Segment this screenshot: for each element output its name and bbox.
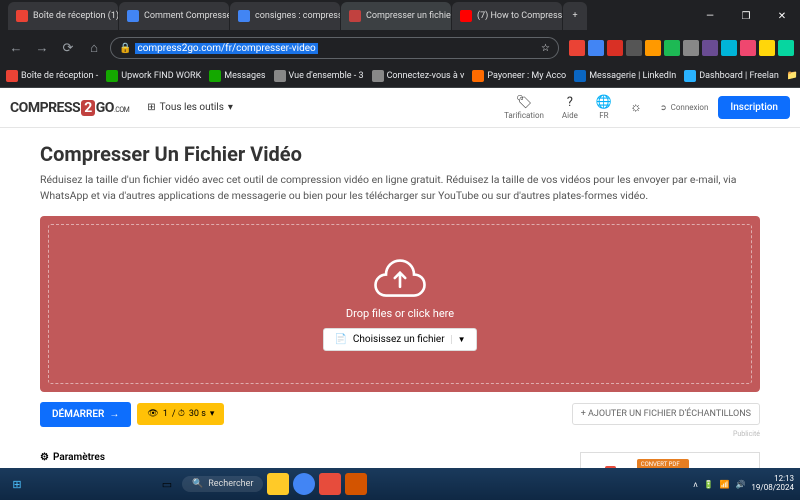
browser-tab[interactable]: consignes : compresser vidéo×	[230, 2, 340, 30]
start-button[interactable]: ⊞	[6, 473, 28, 495]
bookmarks-bar: Boîte de réception - Upwork FIND WORK Me…	[0, 64, 800, 88]
gear-icon: ⚙	[40, 452, 49, 463]
new-tab-button[interactable]: +	[563, 2, 587, 30]
ext-icon[interactable]	[683, 40, 699, 56]
file-explorer-icon[interactable]	[267, 473, 289, 495]
close-button[interactable]: ✕	[764, 0, 800, 32]
ext-icon[interactable]	[778, 40, 794, 56]
ext-icon[interactable]	[626, 40, 642, 56]
bookmark[interactable]: Upwork FIND WORK	[106, 70, 201, 82]
site-header: COMPRESS2GO.COM ⊞ Tous les outils ▾ 🏷Tar…	[0, 88, 800, 128]
url-input[interactable]: 🔒 compress2go.com/fr/compresser-video☆	[110, 37, 559, 59]
theme-toggle[interactable]: ☼	[622, 99, 650, 116]
sun-icon: ☼	[630, 99, 642, 115]
browser-tab-active[interactable]: Compresser un fichier vidéo×	[341, 2, 451, 30]
wifi-icon[interactable]: 📶	[719, 480, 729, 489]
dropzone[interactable]: Drop files or click here 📄 Choisissez un…	[40, 216, 760, 392]
app-icon[interactable]	[345, 473, 367, 495]
tag-icon: 🏷	[516, 95, 533, 110]
logo[interactable]: COMPRESS2GO.COM	[10, 100, 129, 116]
ext-icon[interactable]	[721, 40, 737, 56]
ext-icon[interactable]	[702, 40, 718, 56]
reload-button[interactable]: ⟳	[58, 41, 78, 56]
browser-tab[interactable]: Boîte de réception (1) - miche×	[8, 2, 118, 30]
bookmark[interactable]: Boîte de réception -	[6, 70, 98, 82]
clock[interactable]: 12:1319/08/2024	[751, 475, 794, 493]
choose-file-button[interactable]: 📄 Choisissez un fichier▼	[323, 328, 476, 351]
bookmark-all[interactable]: 📁 Tous les favoris	[787, 71, 800, 81]
start-button[interactable]: DÉMARRER →	[40, 402, 131, 427]
windows-taskbar: ⊞ ▭ 🔍 Rechercher ᴧ 🔋 📶 🔊 12:1319/08/2024	[0, 468, 800, 500]
minimize-button[interactable]: —	[692, 0, 728, 32]
bookmark[interactable]: Messages	[209, 70, 265, 82]
ad-label: Publicité	[40, 430, 760, 438]
ext-icon[interactable]	[588, 40, 604, 56]
ext-icon[interactable]	[759, 40, 775, 56]
params-heading: ⚙ Paramètres	[40, 452, 564, 463]
ext-icon[interactable]	[569, 40, 585, 56]
maximize-button[interactable]: ❐	[728, 0, 764, 32]
ext-icon[interactable]	[664, 40, 680, 56]
pricing-link[interactable]: 🏷Tarification	[496, 95, 552, 120]
bookmark[interactable]: Dashboard | Freelan	[684, 70, 779, 82]
cloud-upload-icon	[370, 257, 430, 299]
tray-icon[interactable]: ᴧ	[694, 480, 698, 489]
chevron-down-icon[interactable]: ▼	[451, 335, 466, 344]
tools-dropdown[interactable]: ⊞ Tous les outils ▾	[147, 102, 233, 113]
ext-icon[interactable]	[645, 40, 661, 56]
bookmark[interactable]: Payoneer : My Acco	[472, 70, 566, 82]
ext-icon[interactable]	[607, 40, 623, 56]
dropzone-text: Drop files or click here	[346, 307, 454, 320]
bookmark[interactable]: Connectez-vous à v	[372, 70, 465, 82]
browser-titlebar: Boîte de réception (1) - miche× Comment …	[0, 0, 800, 32]
battery-icon[interactable]: 🔋	[704, 480, 714, 489]
page-content: COMPRESS2GO.COM ⊞ Tous les outils ▾ 🏷Tar…	[0, 88, 800, 484]
forward-button[interactable]: →	[32, 40, 52, 56]
ext-icon[interactable]	[740, 40, 756, 56]
address-bar: ← → ⟳ ⌂ 🔒 compress2go.com/fr/compresser-…	[0, 32, 800, 64]
page-title: Compresser Un Fichier Vidéo	[40, 142, 760, 166]
back-button[interactable]: ←	[6, 40, 26, 56]
login-link[interactable]: ➲ Connexion	[652, 103, 716, 112]
help-link[interactable]: ?Aide	[554, 95, 586, 120]
taskbar-search[interactable]: 🔍 Rechercher	[182, 476, 263, 492]
help-icon: ?	[567, 95, 573, 110]
bookmark[interactable]: Messagerie | LinkedIn	[574, 70, 676, 82]
browser-tab[interactable]: (7) How to Compress Video W×	[452, 2, 562, 30]
app-icon[interactable]	[319, 473, 341, 495]
home-button[interactable]: ⌂	[84, 40, 104, 56]
signup-button[interactable]: Inscription	[718, 96, 790, 119]
task-view-icon[interactable]: ▭	[156, 473, 178, 495]
volume-icon[interactable]: 🔊	[735, 480, 745, 489]
lang-selector[interactable]: 🌐FR	[588, 95, 620, 120]
chrome-icon[interactable]	[293, 473, 315, 495]
add-sample-button[interactable]: + AJOUTER UN FICHIER D'ÉCHANTILLONS	[572, 403, 760, 425]
page-description: Réduisez la taille d'un fichier vidéo av…	[40, 172, 760, 204]
bookmark[interactable]: Vue d'ensemble - 3	[274, 70, 364, 82]
settings-summary[interactable]: 👁 1 / ⏱ 30 s ▾	[137, 403, 224, 425]
globe-icon: 🌐	[596, 95, 612, 110]
browser-tab[interactable]: Comment Compresser Vidéo×	[119, 2, 229, 30]
